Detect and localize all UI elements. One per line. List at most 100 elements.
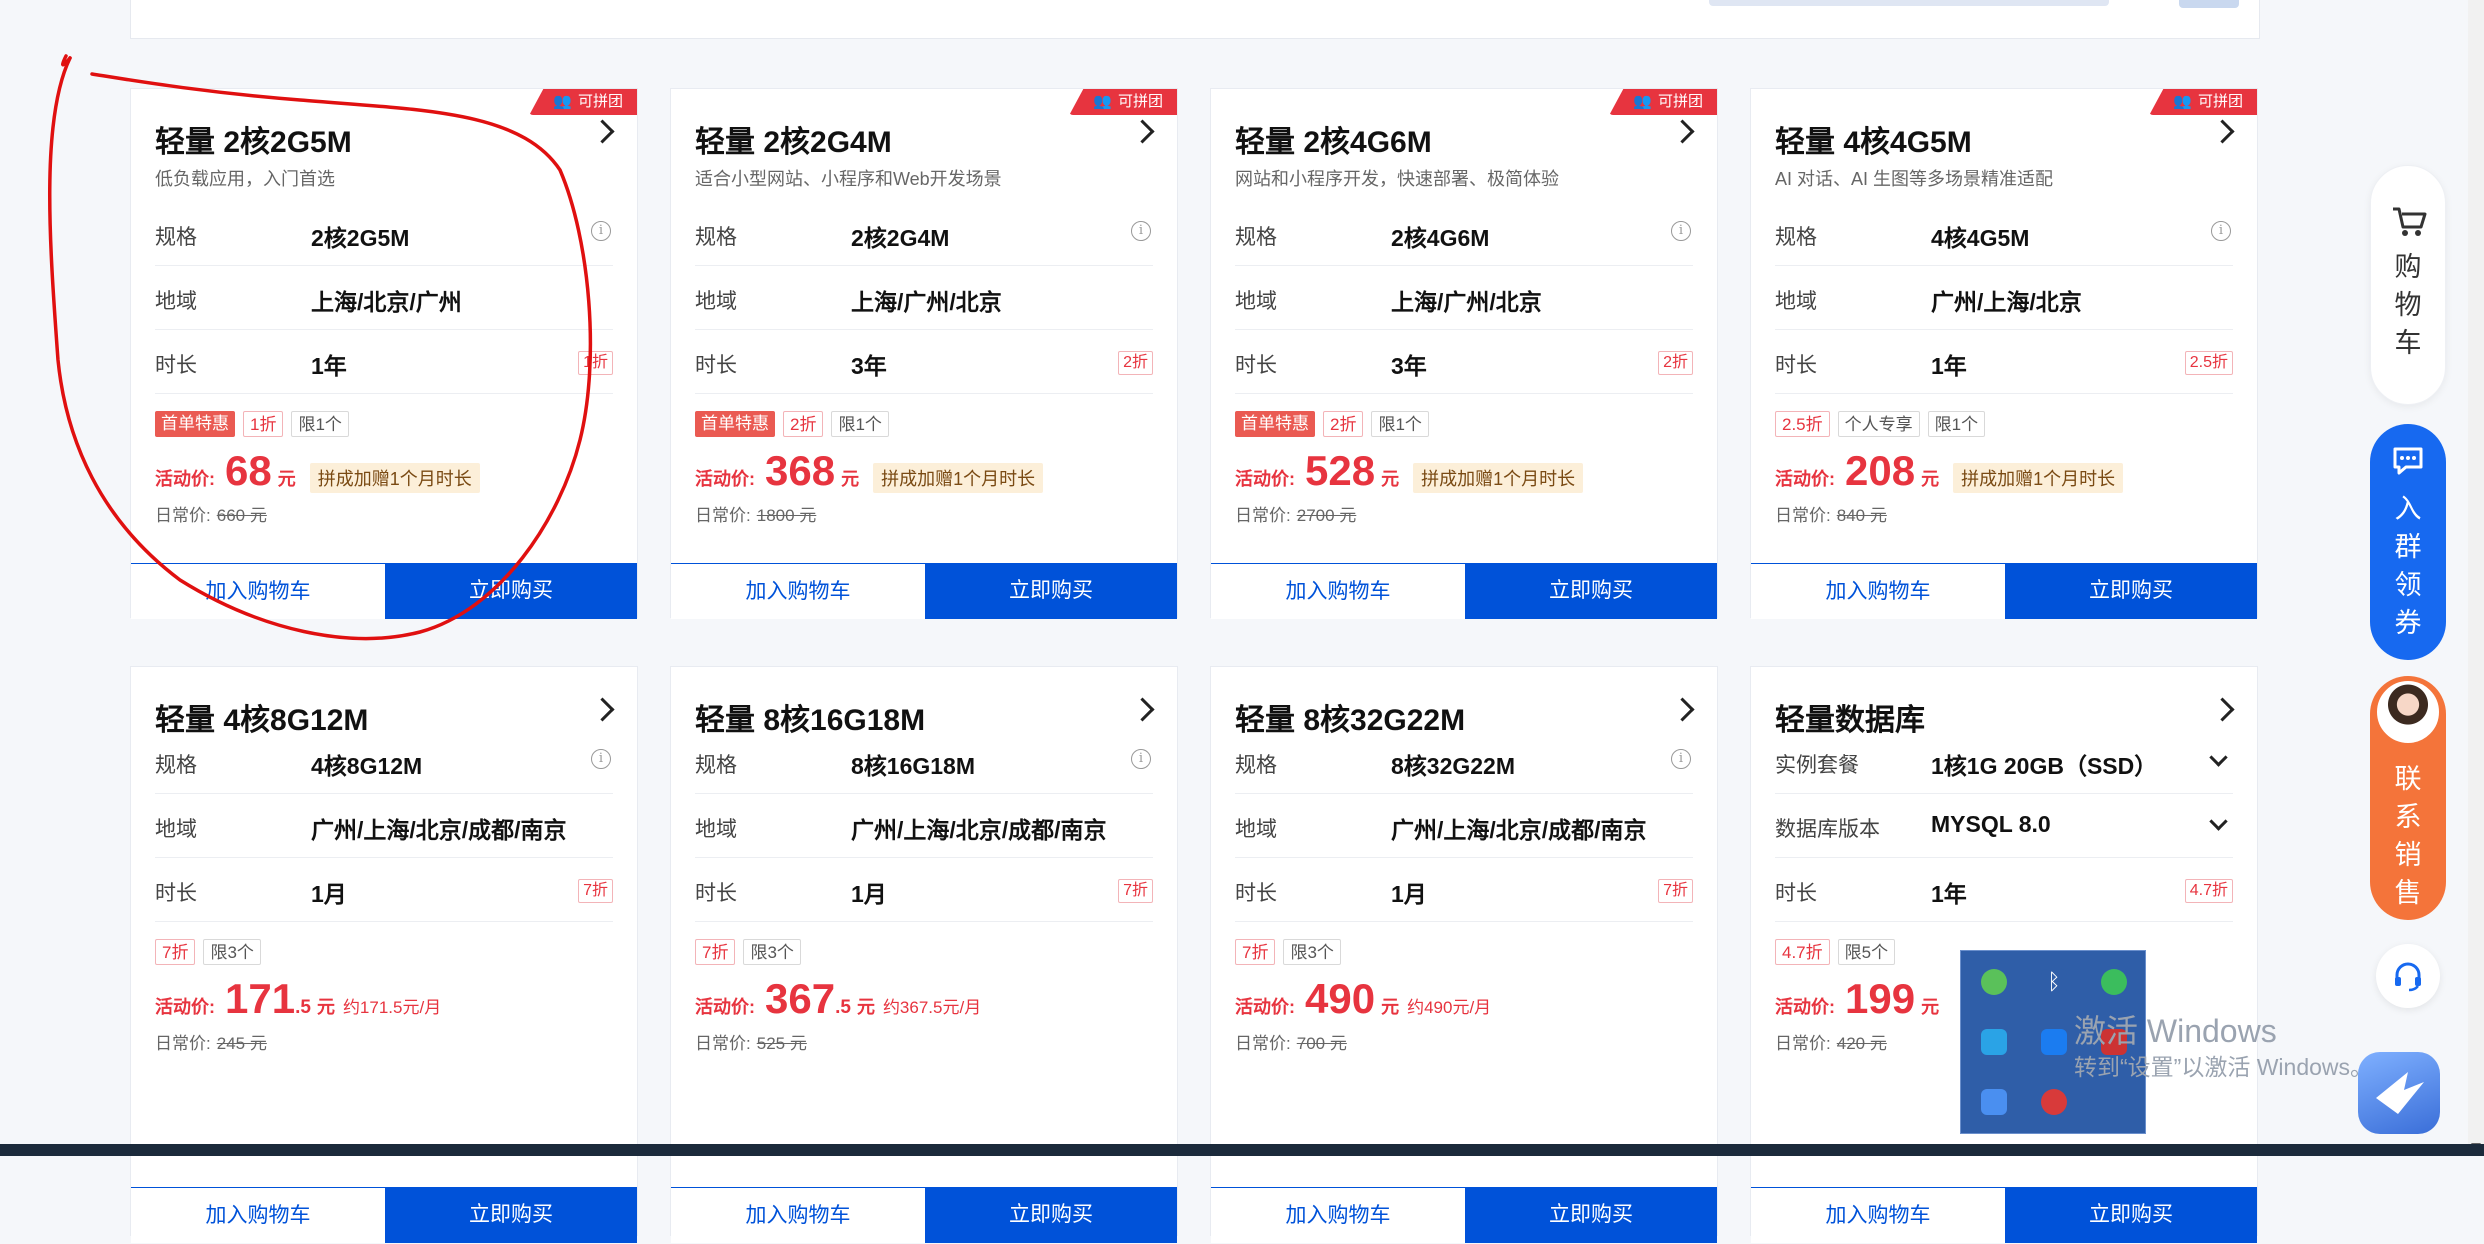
chevron-right-icon[interactable] [1670, 119, 1695, 144]
spec-row-2[interactable]: 时长 1月 7折 [1235, 857, 1693, 922]
spec-value[interactable]: 上海/广州/北京 [851, 283, 1002, 317]
spec-row-1[interactable]: 地域 广州/上海/北京/成都/南京 [695, 793, 1153, 858]
spec-value[interactable]: 上海/广州/北京 [1391, 283, 1542, 317]
scrollbar-thumb[interactable] [2471, 2, 2481, 1112]
add-to-cart-button[interactable]: 加入购物车 [1751, 563, 2005, 619]
chevron-right-icon[interactable] [1670, 697, 1695, 722]
info-icon[interactable]: i [1131, 221, 1151, 241]
tray-app-icon[interactable] [1981, 969, 2007, 995]
spec-value[interactable]: 2核2G4M [851, 219, 949, 253]
spec-row-0[interactable]: 规格 2核2G5M i [155, 201, 613, 266]
card-title[interactable]: 轻量 2核4G6M [1235, 117, 1432, 161]
buy-now-button[interactable]: 立即购买 [925, 563, 1177, 619]
spec-value[interactable]: 2核4G6M [1391, 219, 1489, 253]
spec-value[interactable]: 1月 [851, 875, 887, 909]
tray-heart-icon[interactable] [2041, 1089, 2067, 1115]
wechat-icon[interactable] [2101, 969, 2127, 995]
info-icon[interactable]: i [1131, 749, 1151, 769]
spec-row-2[interactable]: 时长 1年 4.7折 [1775, 857, 2233, 922]
spec-value[interactable]: 广州/上海/北京/成都/南京 [311, 811, 567, 845]
spec-row-0[interactable]: 规格 4核4G5M i [1775, 201, 2233, 266]
spec-row-2[interactable]: 时长 3年 2折 [695, 329, 1153, 394]
info-icon[interactable]: i [1671, 221, 1691, 241]
add-to-cart-button[interactable]: 加入购物车 [131, 1187, 385, 1243]
chevron-right-icon[interactable] [2210, 697, 2235, 722]
spec-value[interactable]: 1核1G 20GB（SSD） [1931, 747, 2157, 781]
spec-row-1[interactable]: 地域 上海/广州/北京 [695, 265, 1153, 330]
spec-value[interactable]: 4核8G12M [311, 747, 422, 781]
spec-value[interactable]: 8核32G22M [1391, 747, 1515, 781]
add-to-cart-button[interactable]: 加入购物车 [1211, 1187, 1465, 1243]
spec-row-2[interactable]: 时长 1月 7折 [155, 857, 613, 922]
add-to-cart-button[interactable]: 加入购物车 [671, 563, 925, 619]
buy-now-button[interactable]: 立即购买 [2005, 563, 2257, 619]
spec-value[interactable]: 2核2G5M [311, 219, 409, 253]
spec-value[interactable]: 广州/上海/北京 [1931, 283, 2082, 317]
chevron-right-icon[interactable] [590, 119, 615, 144]
chevron-down-icon[interactable] [2209, 748, 2228, 767]
spec-row-0[interactable]: 规格 2核4G6M i [1235, 201, 1693, 266]
add-to-cart-button[interactable]: 加入购物车 [671, 1187, 925, 1243]
chevron-right-icon[interactable] [1130, 697, 1155, 722]
spec-value[interactable]: 1月 [311, 875, 347, 909]
card-title[interactable]: 轻量 4核4G5M [1775, 117, 1972, 161]
spec-row-1[interactable]: 地域 上海/广州/北京 [1235, 265, 1693, 330]
spec-row-2[interactable]: 时长 3年 2折 [1235, 329, 1693, 394]
spec-row-1[interactable]: 地域 上海/北京/广州 [155, 265, 613, 330]
bird-assistant-icon[interactable] [2358, 1052, 2440, 1134]
spec-value[interactable]: 3年 [851, 347, 887, 381]
info-icon[interactable]: i [1671, 749, 1691, 769]
spec-value[interactable]: 8核16G18M [851, 747, 975, 781]
spec-value[interactable]: 4核4G5M [1931, 219, 2029, 253]
spec-value[interactable]: 3年 [1391, 347, 1427, 381]
add-to-cart-button[interactable]: 加入购物车 [131, 563, 385, 619]
card-title[interactable]: 轻量 2核2G4M [695, 117, 892, 161]
original-price-label: 日常价: [695, 506, 751, 525]
spec-value[interactable]: 上海/北京/广州 [311, 283, 462, 317]
spec-value[interactable]: MYSQL 8.0 [1931, 811, 2051, 838]
add-to-cart-button[interactable]: 加入购物车 [1211, 563, 1465, 619]
buy-now-button[interactable]: 立即购买 [925, 1187, 1177, 1243]
spec-value[interactable]: 1年 [1931, 875, 1967, 909]
chevron-right-icon[interactable] [2210, 119, 2235, 144]
buy-now-button[interactable]: 立即购买 [1465, 1187, 1717, 1243]
buy-now-button[interactable]: 立即购买 [385, 1187, 637, 1243]
spec-value[interactable]: 1月 [1391, 875, 1427, 909]
chevron-right-icon[interactable] [1130, 119, 1155, 144]
spec-row-0[interactable]: 规格 4核8G12M i [155, 729, 613, 794]
info-icon[interactable]: i [591, 749, 611, 769]
spec-value[interactable]: 广州/上海/北京/成都/南京 [1391, 811, 1647, 845]
customer-service-button[interactable] [2376, 944, 2440, 1008]
spec-row-1[interactable]: 地域 广州/上海/北京 [1775, 265, 2233, 330]
tray-bird-icon[interactable] [1981, 1089, 2007, 1115]
add-to-cart-button[interactable]: 加入购物车 [1751, 1187, 2005, 1243]
cart-float-button[interactable]: 购物车 [2370, 165, 2446, 405]
buy-now-button[interactable]: 立即购买 [1465, 563, 1717, 619]
spec-value[interactable]: 1年 [1931, 347, 1967, 381]
spec-row-0[interactable]: 实例套餐 1核1G 20GB（SSD） [1775, 729, 2233, 794]
sales-avatar[interactable] [2374, 678, 2442, 746]
scrollbar[interactable] [2468, 0, 2484, 1156]
spec-row-0[interactable]: 规格 8核16G18M i [695, 729, 1153, 794]
spec-row-1[interactable]: 地域 广州/上海/北京/成都/南京 [155, 793, 613, 858]
spec-row-2[interactable]: 时长 1月 7折 [695, 857, 1153, 922]
spec-row-0[interactable]: 规格 2核2G4M i [695, 201, 1153, 266]
spec-row-2[interactable]: 时长 1年 1折 [155, 329, 613, 394]
join-group-float-button[interactable]: 入群领券 [2370, 424, 2446, 660]
spec-row-2[interactable]: 时长 1年 2.5折 [1775, 329, 2233, 394]
card-title[interactable]: 轻量 2核2G5M [155, 117, 352, 161]
tray-telegram-icon[interactable] [1981, 1029, 2007, 1055]
chevron-right-icon[interactable] [590, 697, 615, 722]
info-icon[interactable]: i [2211, 221, 2231, 241]
spec-value[interactable]: 广州/上海/北京/成都/南京 [851, 811, 1107, 845]
chevron-down-icon[interactable] [2209, 812, 2228, 831]
spec-row-0[interactable]: 规格 8核32G22M i [1235, 729, 1693, 794]
tray-upload-icon[interactable] [2041, 1029, 2067, 1055]
info-icon[interactable]: i [591, 221, 611, 241]
buy-now-button[interactable]: 立即购买 [2005, 1187, 2257, 1243]
buy-now-button[interactable]: 立即购买 [385, 563, 637, 619]
spec-row-1[interactable]: 地域 广州/上海/北京/成都/南京 [1235, 793, 1693, 858]
spec-row-1[interactable]: 数据库版本 MYSQL 8.0 [1775, 793, 2233, 858]
bluetooth-icon[interactable]: ᛒ [2041, 969, 2067, 995]
spec-value[interactable]: 1年 [311, 347, 347, 381]
